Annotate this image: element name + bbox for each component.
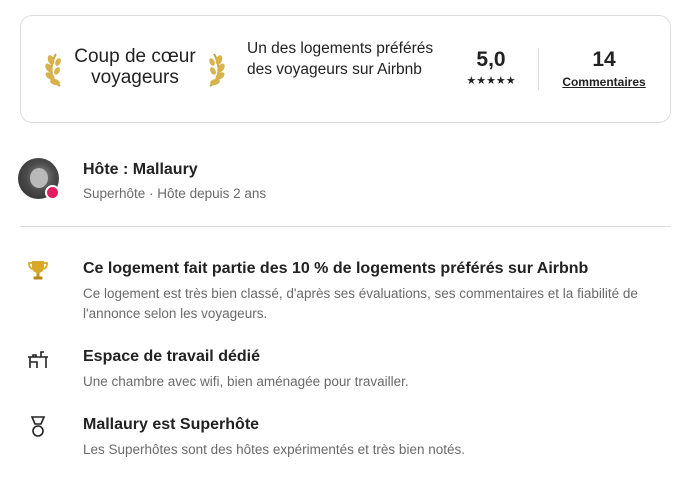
- guest-favorite-badge: Coup de cœur voyageurs: [45, 42, 225, 98]
- host-row[interactable]: Hôte : Mallaury Superhôte · Hôte depuis …: [18, 158, 673, 204]
- star-rating-icon: ★★★★★: [466, 75, 516, 87]
- desk-icon: [28, 351, 48, 368]
- avatar-face: [30, 168, 48, 188]
- rating-value: 5,0: [476, 48, 506, 71]
- card-divider: [538, 48, 539, 90]
- reviews-count[interactable]: 14: [551, 48, 657, 72]
- laurel-right-icon: [209, 53, 225, 87]
- section-divider: [20, 226, 671, 227]
- superhost-medal-icon: [30, 416, 46, 437]
- highlight-description: Les Superhôtes sont des hôtes expériment…: [83, 442, 465, 457]
- trophy-icon: [28, 261, 48, 280]
- host-name: Hôte : Mallaury: [83, 161, 198, 178]
- guest-favorite-card: Coup de cœur voyageurs Un des logements …: [20, 15, 671, 123]
- laurel-left-icon: [45, 53, 61, 87]
- highlight-description: Une chambre avec wifi, bien aménagée pou…: [83, 374, 409, 389]
- guest-favorite-description: Un des logements préférés des voyageurs …: [247, 40, 434, 78]
- highlight-title: Ce logement fait partie des 10 % de loge…: [83, 260, 589, 277]
- guest-favorite-title: Coup de cœur voyageurs: [74, 46, 196, 88]
- highlight-title: Mallaury est Superhôte: [83, 416, 260, 433]
- rating-block: 5,0 ★★★★★: [451, 48, 531, 87]
- highlight-description: Ce logement est très bien classé, d'aprè…: [83, 286, 638, 321]
- highlight-title: Espace de travail dédié: [83, 348, 260, 365]
- host-subtitle: Superhôte · Hôte depuis 2 ans: [83, 186, 267, 201]
- superhost-badge-icon: [45, 185, 60, 200]
- reviews-link[interactable]: Commentaires: [562, 75, 645, 89]
- reviews-block[interactable]: 14 Commentaires: [551, 48, 657, 91]
